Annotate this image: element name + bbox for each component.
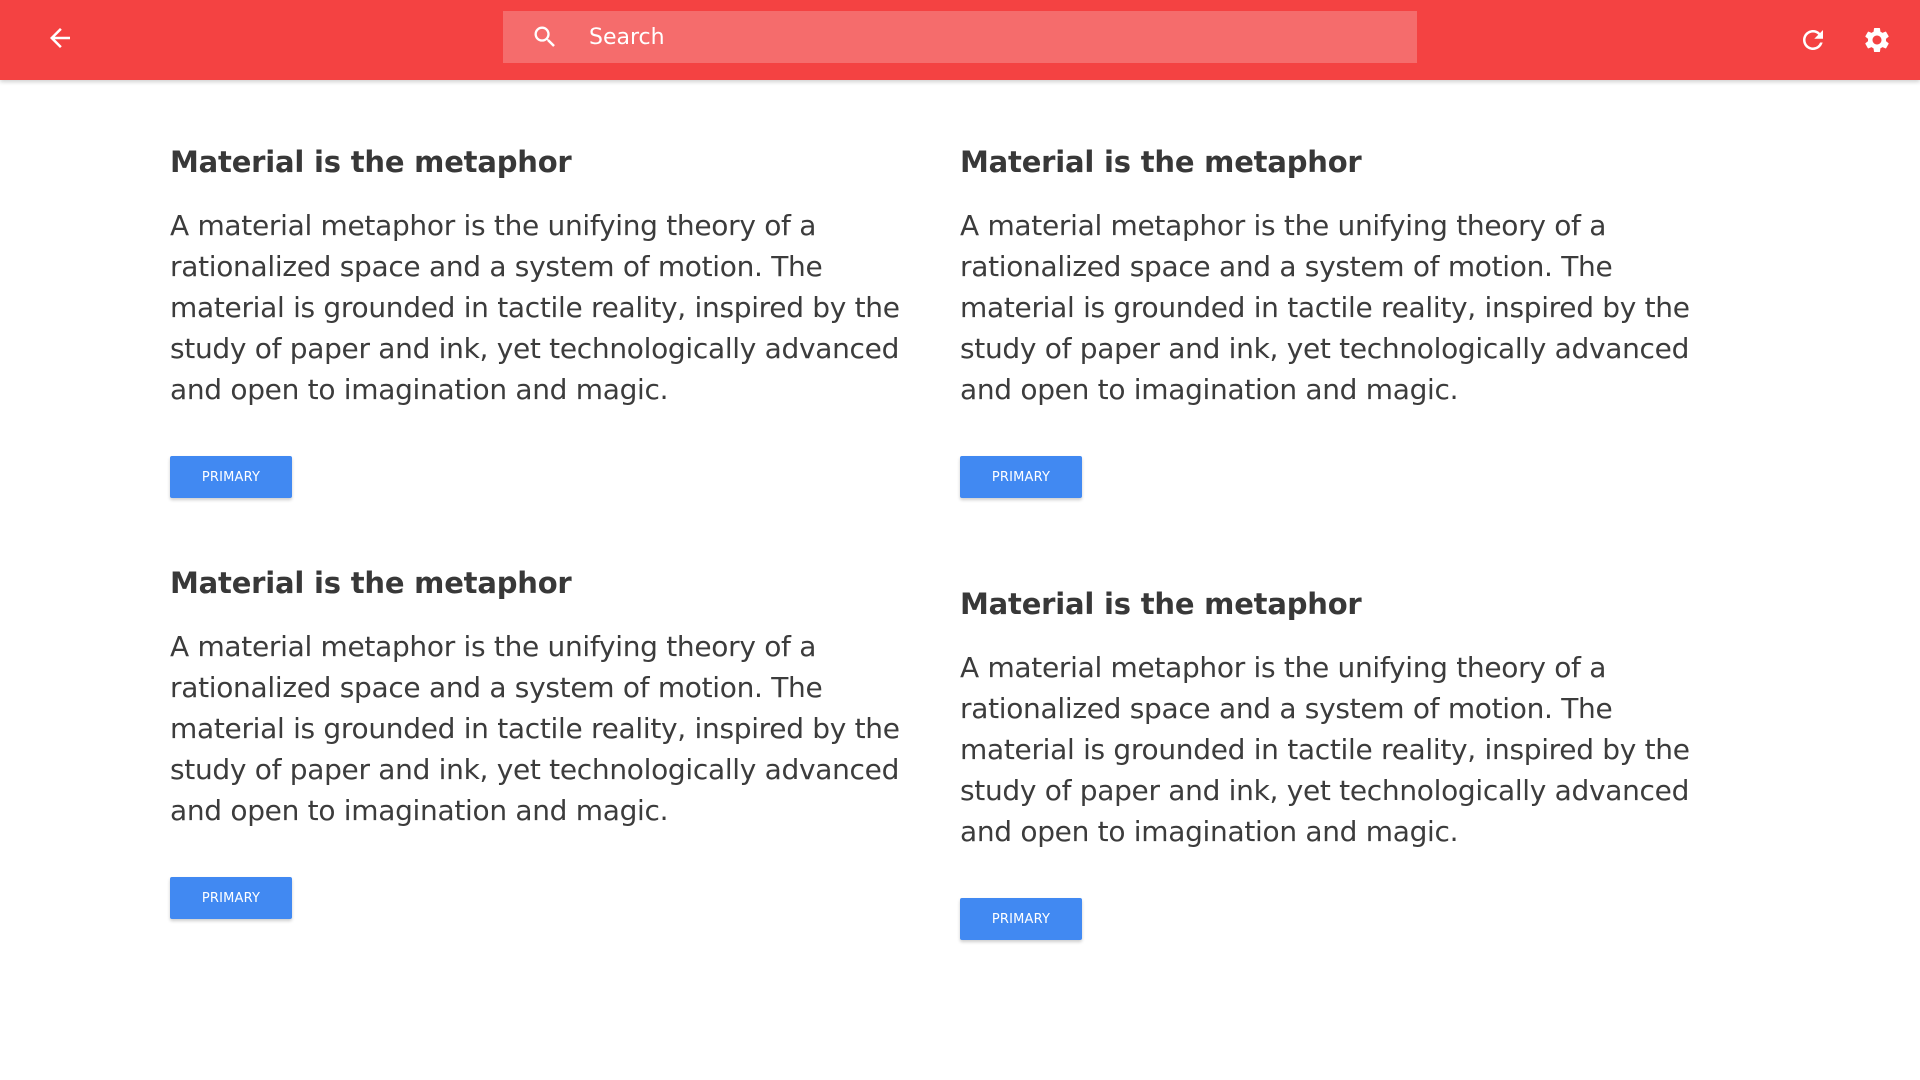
content-card: Material is the metaphor A material meta… [170, 143, 910, 410]
card-title: Material is the metaphor [960, 145, 1362, 179]
content-card: Material is the metaphor A material meta… [960, 143, 1700, 410]
search-icon [531, 23, 559, 51]
card-title: Material is the metaphor [960, 587, 1362, 621]
primary-button[interactable]: PRIMARY [960, 898, 1082, 940]
search-bar[interactable] [503, 11, 1417, 63]
refresh-button[interactable] [1789, 18, 1837, 66]
primary-button[interactable]: PRIMARY [960, 456, 1082, 498]
card-body: A material metaphor is the unifying theo… [960, 209, 1690, 406]
gear-icon [1862, 25, 1892, 59]
content-card: Material is the metaphor A material meta… [960, 585, 1700, 852]
primary-button[interactable]: PRIMARY [170, 877, 292, 919]
app-bar [0, 0, 1920, 80]
card-body: A material metaphor is the unifying theo… [170, 630, 900, 827]
card-title: Material is the metaphor [170, 145, 572, 179]
card-body: A material metaphor is the unifying theo… [960, 651, 1690, 848]
card-body: A material metaphor is the unifying theo… [170, 209, 900, 406]
back-button[interactable] [36, 16, 84, 64]
refresh-icon [1798, 25, 1828, 59]
card-title: Material is the metaphor [170, 566, 572, 600]
content-card: Material is the metaphor A material meta… [170, 564, 910, 831]
search-input[interactable] [589, 11, 1399, 63]
primary-button[interactable]: PRIMARY [170, 456, 292, 498]
settings-button[interactable] [1853, 18, 1901, 66]
arrow-left-icon [45, 23, 75, 57]
